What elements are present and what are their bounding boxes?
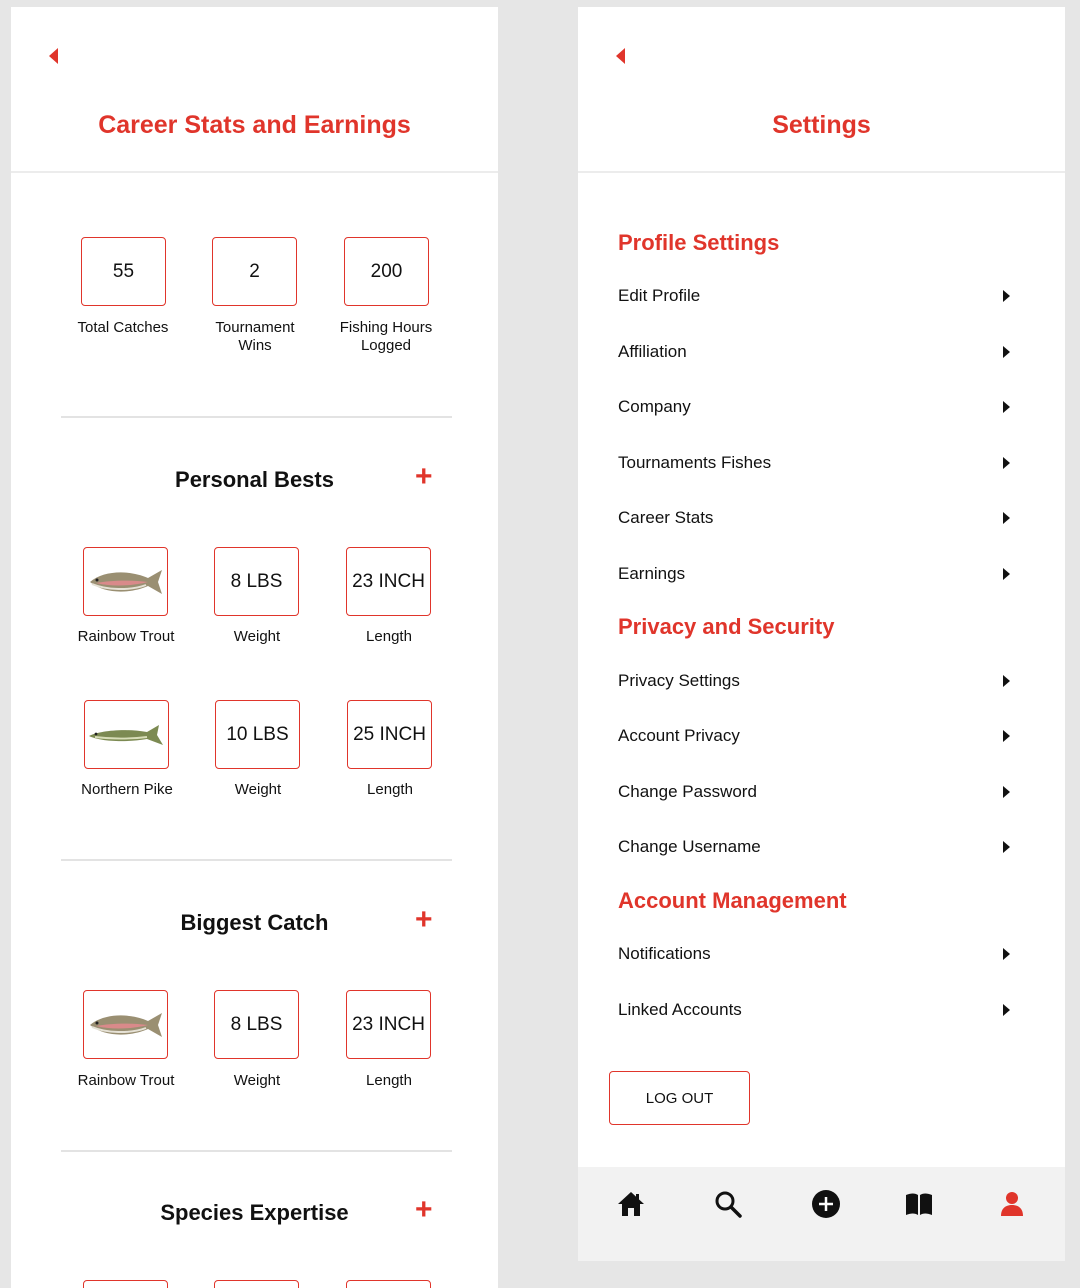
stat-total-catches-value: 55 [81,237,166,306]
chevron-right-icon [1003,1004,1010,1016]
chevron-right-icon [1003,401,1010,413]
settings-item-label: Tournaments Fishes [618,453,772,472]
plus-icon[interactable]: + [415,905,433,935]
header-divider [578,171,1065,173]
species-image-northern-pike [84,700,169,769]
settings-item-edit-profile[interactable]: Edit Profile [618,281,1018,311]
settings-item-label: Privacy Settings [618,671,740,690]
settings-item-label: Linked Accounts [618,1000,742,1019]
length-label: Length [367,781,413,798]
plus-icon[interactable]: + [415,1195,433,1225]
northern-pike-image [88,724,163,745]
section-divider [61,1150,452,1152]
profile-settings-heading: Profile Settings [618,230,780,255]
species-image-rainbow-trout [83,990,168,1059]
stat-fishing-hours-value: 200 [344,237,429,306]
add-circle-icon[interactable] [811,1189,841,1219]
settings-item-label: Company [618,397,691,416]
back-arrow-icon[interactable] [616,48,625,64]
chevron-right-icon [1003,841,1010,853]
weight-label: Weight [234,781,282,798]
weight-value: 8 LBS [214,990,299,1059]
chevron-right-icon [1003,512,1010,524]
settings-item-label: Affiliation [618,342,687,361]
length-label: Length [366,1072,412,1089]
settings-item-label: Earnings [618,564,686,583]
settings-item-affiliation[interactable]: Affiliation [618,337,1018,367]
settings-item-tournaments-fishes[interactable]: Tournaments Fishes [618,448,1018,478]
length-value: 25 INCH [347,700,432,769]
book-icon[interactable] [904,1189,934,1219]
chevron-right-icon [1003,290,1010,302]
settings-item-account-privacy[interactable]: Account Privacy [618,721,1018,751]
stat-tournament-wins-label: Tournament Wins [215,319,295,354]
species-label: Rainbow Trout [77,628,175,645]
settings-item-label: Notifications [618,944,711,963]
weight-label: Weight [233,1072,281,1089]
back-arrow-icon[interactable] [49,48,58,64]
length-value: 23 INCH [346,990,431,1059]
chevron-right-icon [1003,568,1010,580]
header-divider [11,171,498,173]
settings-item-label: Change Username [618,837,761,856]
section-divider [61,416,452,418]
home-icon[interactable] [616,1189,646,1219]
expertise-box [83,1280,168,1288]
section-divider [61,859,452,861]
species-image-rainbow-trout [83,547,168,616]
career-stats-screen: Career Stats and Earnings 55 Total Catch… [11,7,498,1288]
settings-item-privacy-settings[interactable]: Privacy Settings [618,666,1018,696]
rainbow-trout-image [89,569,162,594]
settings-item-change-password[interactable]: Change Password [618,777,1018,807]
plus-icon[interactable]: + [415,462,433,492]
settings-item-linked-accounts[interactable]: Linked Accounts [618,995,1018,1025]
logout-button[interactable]: LOG OUT [609,1071,750,1125]
settings-item-company[interactable]: Company [618,392,1018,422]
weight-label: Weight [233,628,281,645]
expertise-box [346,1280,431,1288]
settings-item-label: Edit Profile [618,286,701,305]
stat-fishing-hours-label: Fishing Hours Logged [339,319,433,354]
settings-item-label: Career Stats [618,508,714,527]
rainbow-trout-image [89,1012,162,1037]
page-title: Settings [772,111,871,139]
profile-icon[interactable] [997,1189,1027,1219]
search-icon[interactable] [713,1189,743,1219]
settings-item-earnings[interactable]: Earnings [618,559,1018,589]
settings-item-career-stats[interactable]: Career Stats [618,503,1018,533]
weight-value: 8 LBS [214,547,299,616]
species-label: Rainbow Trout [77,1072,175,1089]
privacy-security-heading: Privacy and Security [618,614,835,639]
stat-total-catches-label: Total Catches [77,319,169,336]
settings-item-label: Account Privacy [618,726,740,745]
settings-item-notifications[interactable]: Notifications [618,939,1018,969]
length-value: 23 INCH [346,547,431,616]
chevron-right-icon [1003,346,1010,358]
length-label: Length [366,628,412,645]
chevron-right-icon [1003,457,1010,469]
chevron-right-icon [1003,730,1010,742]
settings-screen: Settings Profile Settings Edit Profile A… [578,7,1065,1261]
expertise-box [214,1280,299,1288]
weight-value: 10 LBS [215,700,300,769]
stat-tournament-wins-value: 2 [212,237,297,306]
account-management-heading: Account Management [618,888,847,913]
page-title: Career Stats and Earnings [98,111,411,139]
settings-item-change-username[interactable]: Change Username [618,832,1018,862]
chevron-right-icon [1003,786,1010,798]
chevron-right-icon [1003,948,1010,960]
species-label: Northern Pike [81,781,173,798]
bottom-nav [578,1167,1065,1261]
settings-item-label: Change Password [618,782,757,801]
chevron-right-icon [1003,675,1010,687]
